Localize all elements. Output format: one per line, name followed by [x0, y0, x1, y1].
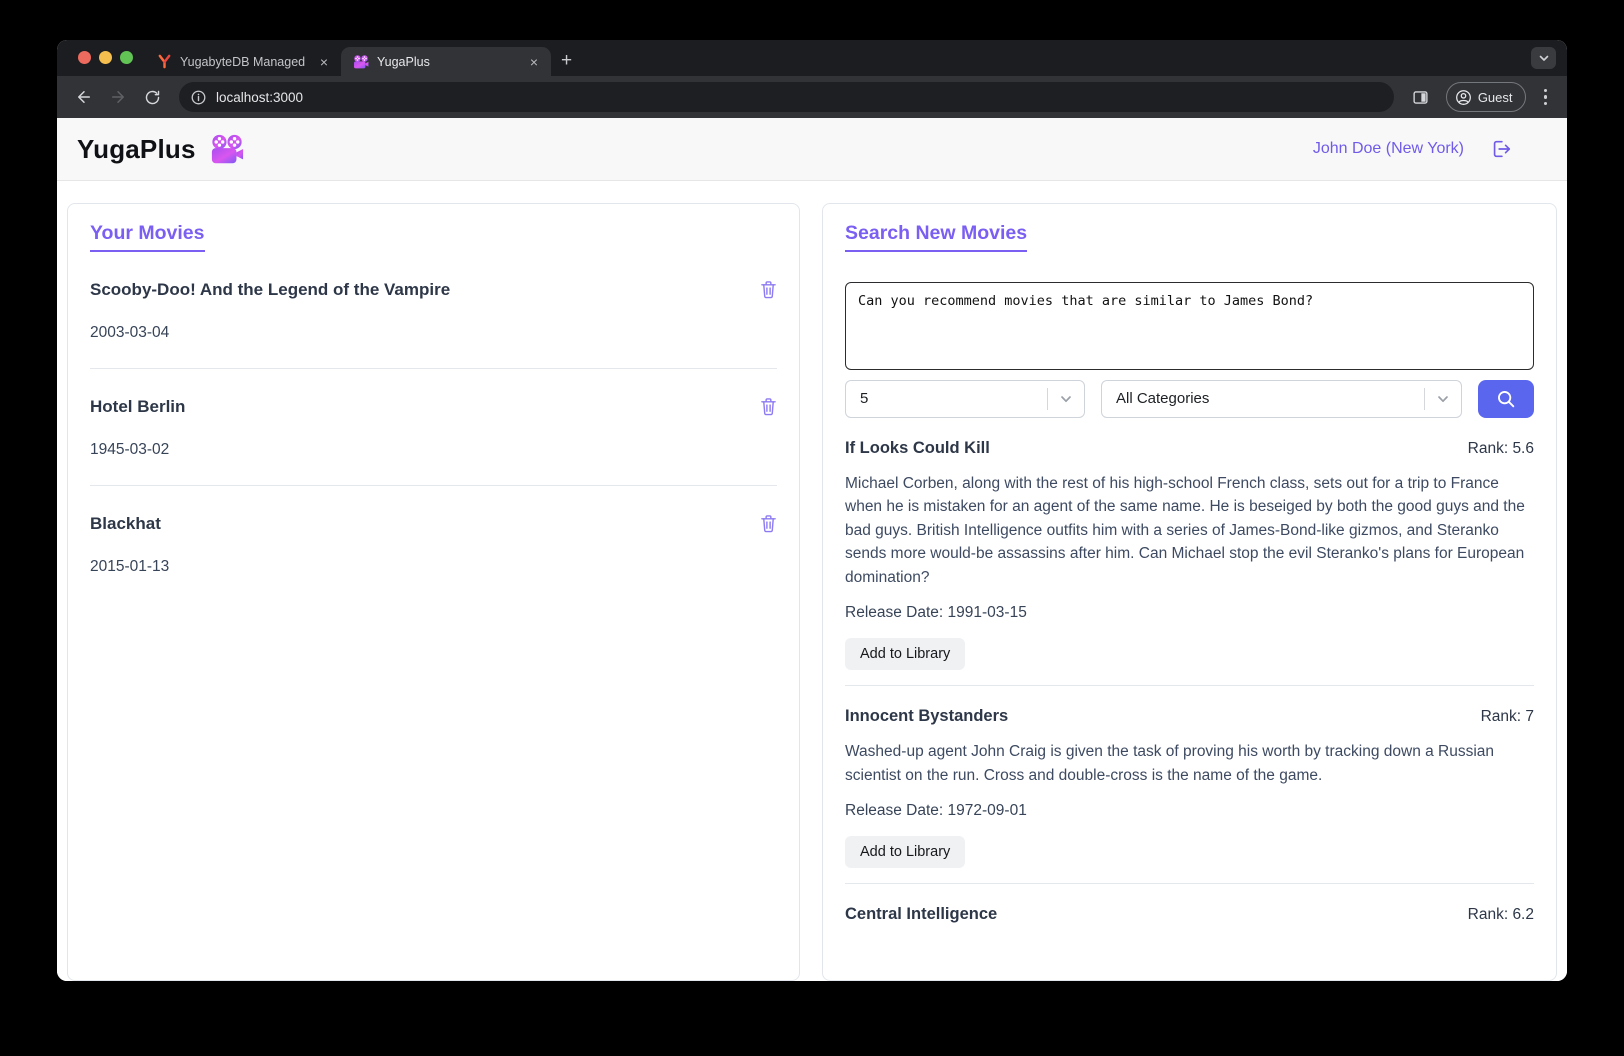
- your-movies-card: Your Movies Scooby-Doo! And the Legend o…: [67, 203, 800, 981]
- result-title: If Looks Could Kill: [845, 439, 990, 458]
- profile-button[interactable]: Guest: [1446, 82, 1526, 112]
- search-result: If Looks Could Kill Rank: 5.6 Michael Co…: [845, 439, 1534, 687]
- logout-icon[interactable]: [1490, 138, 1512, 160]
- tab-strip: YugabyteDB Managed × YugaPlus × +: [57, 40, 1567, 76]
- new-tab-button[interactable]: +: [551, 51, 584, 74]
- result-description: Washed-up agent John Craig is given the …: [845, 740, 1534, 787]
- search-result: Innocent Bystanders Rank: 7 Washed-up ag…: [845, 707, 1534, 884]
- movie-title: Scooby-Doo! And the Legend of the Vampir…: [90, 280, 450, 300]
- movie-title: Blackhat: [90, 514, 161, 534]
- result-title: Innocent Bystanders: [845, 707, 1008, 726]
- category-select[interactable]: All Categories: [1101, 380, 1462, 418]
- result-title: Central Intelligence: [845, 905, 997, 924]
- result-rank: Rank: 6.2: [1468, 906, 1534, 924]
- zoom-window-button[interactable]: [120, 51, 133, 64]
- trash-icon[interactable]: [760, 514, 777, 533]
- divider: [845, 685, 1534, 686]
- magnifier-icon: [1495, 388, 1517, 410]
- traffic-lights: [78, 51, 133, 64]
- tab-label: YugabyteDB Managed: [180, 55, 309, 69]
- reload-button[interactable]: [137, 82, 167, 112]
- result-release-date: Release Date: 1972-09-01: [845, 802, 1534, 820]
- trash-icon[interactable]: [760, 397, 777, 416]
- browser-menu-button[interactable]: [1536, 89, 1556, 106]
- library-movie-row: Blackhat: [90, 514, 777, 534]
- main-content: Your Movies Scooby-Doo! And the Legend o…: [57, 181, 1567, 981]
- app-header: YugaPlus John Doe (New York): [57, 118, 1567, 181]
- max-results-select[interactable]: 5: [845, 380, 1085, 418]
- search-query-textarea[interactable]: Can you recommend movies that are simila…: [845, 282, 1534, 370]
- your-movies-title: Your Movies: [90, 224, 205, 252]
- user-name: John Doe (New York): [1313, 140, 1464, 158]
- page-title: YugaPlus: [77, 134, 196, 165]
- result-description: Michael Corben, along with the rest of h…: [845, 472, 1534, 590]
- result-rank: Rank: 5.6: [1468, 440, 1534, 458]
- minimize-window-button[interactable]: [99, 51, 112, 64]
- search-controls: 5 All Categories: [845, 380, 1534, 418]
- yugabytedb-favicon-icon: [157, 54, 172, 69]
- library-movie-row: Hotel Berlin: [90, 397, 777, 417]
- category-value: All Categories: [1102, 390, 1424, 407]
- tab-label: YugaPlus: [377, 55, 519, 69]
- side-panel-icon[interactable]: [1406, 82, 1436, 112]
- movie-title: Hotel Berlin: [90, 397, 185, 417]
- address-bar[interactable]: localhost:3000: [179, 82, 1394, 112]
- movie-date: 1945-03-02: [90, 441, 777, 459]
- browser-toolbar: localhost:3000 Guest: [57, 76, 1567, 118]
- site-info-icon[interactable]: [191, 90, 206, 105]
- user-area: John Doe (New York): [1313, 138, 1512, 160]
- add-to-library-button[interactable]: Add to Library: [845, 836, 965, 868]
- result-rank: Rank: 7: [1481, 708, 1534, 726]
- forward-button[interactable]: [103, 82, 133, 112]
- profile-label: Guest: [1478, 90, 1513, 105]
- chevron-down-icon: [1425, 392, 1461, 406]
- close-window-button[interactable]: [78, 51, 91, 64]
- divider: [90, 368, 777, 369]
- browser-window: YugabyteDB Managed × YugaPlus × +: [57, 40, 1567, 981]
- divider: [90, 485, 777, 486]
- trash-icon[interactable]: [760, 280, 777, 299]
- search-movies-card: Search New Movies Can you recommend movi…: [822, 203, 1557, 981]
- divider: [845, 883, 1534, 884]
- search-title: Search New Movies: [845, 224, 1027, 252]
- tab-yugaplus[interactable]: YugaPlus ×: [341, 47, 551, 76]
- avatar-icon: [1455, 89, 1472, 106]
- brand: YugaPlus: [77, 134, 244, 165]
- tab-yugabytedb-managed[interactable]: YugabyteDB Managed ×: [145, 47, 341, 76]
- movie-camera-icon: [210, 134, 244, 165]
- chevron-down-icon: [1048, 392, 1084, 406]
- search-button[interactable]: [1478, 380, 1534, 418]
- close-icon[interactable]: ×: [527, 55, 541, 69]
- search-result: Central Intelligence Rank: 6.2: [845, 905, 1534, 924]
- movie-camera-icon: [353, 55, 369, 69]
- url-text: localhost:3000: [216, 90, 303, 105]
- tab-search-button[interactable]: [1531, 47, 1556, 69]
- max-results-value: 5: [846, 390, 1047, 407]
- movie-date: 2003-03-04: [90, 324, 777, 342]
- yugaplus-page: YugaPlus John Doe (New York): [57, 118, 1567, 981]
- back-button[interactable]: [69, 82, 99, 112]
- add-to-library-button[interactable]: Add to Library: [845, 638, 965, 670]
- result-release-date: Release Date: 1991-03-15: [845, 604, 1534, 622]
- movie-date: 2015-01-13: [90, 558, 777, 576]
- close-icon[interactable]: ×: [317, 55, 331, 69]
- library-movie-row: Scooby-Doo! And the Legend of the Vampir…: [90, 280, 777, 300]
